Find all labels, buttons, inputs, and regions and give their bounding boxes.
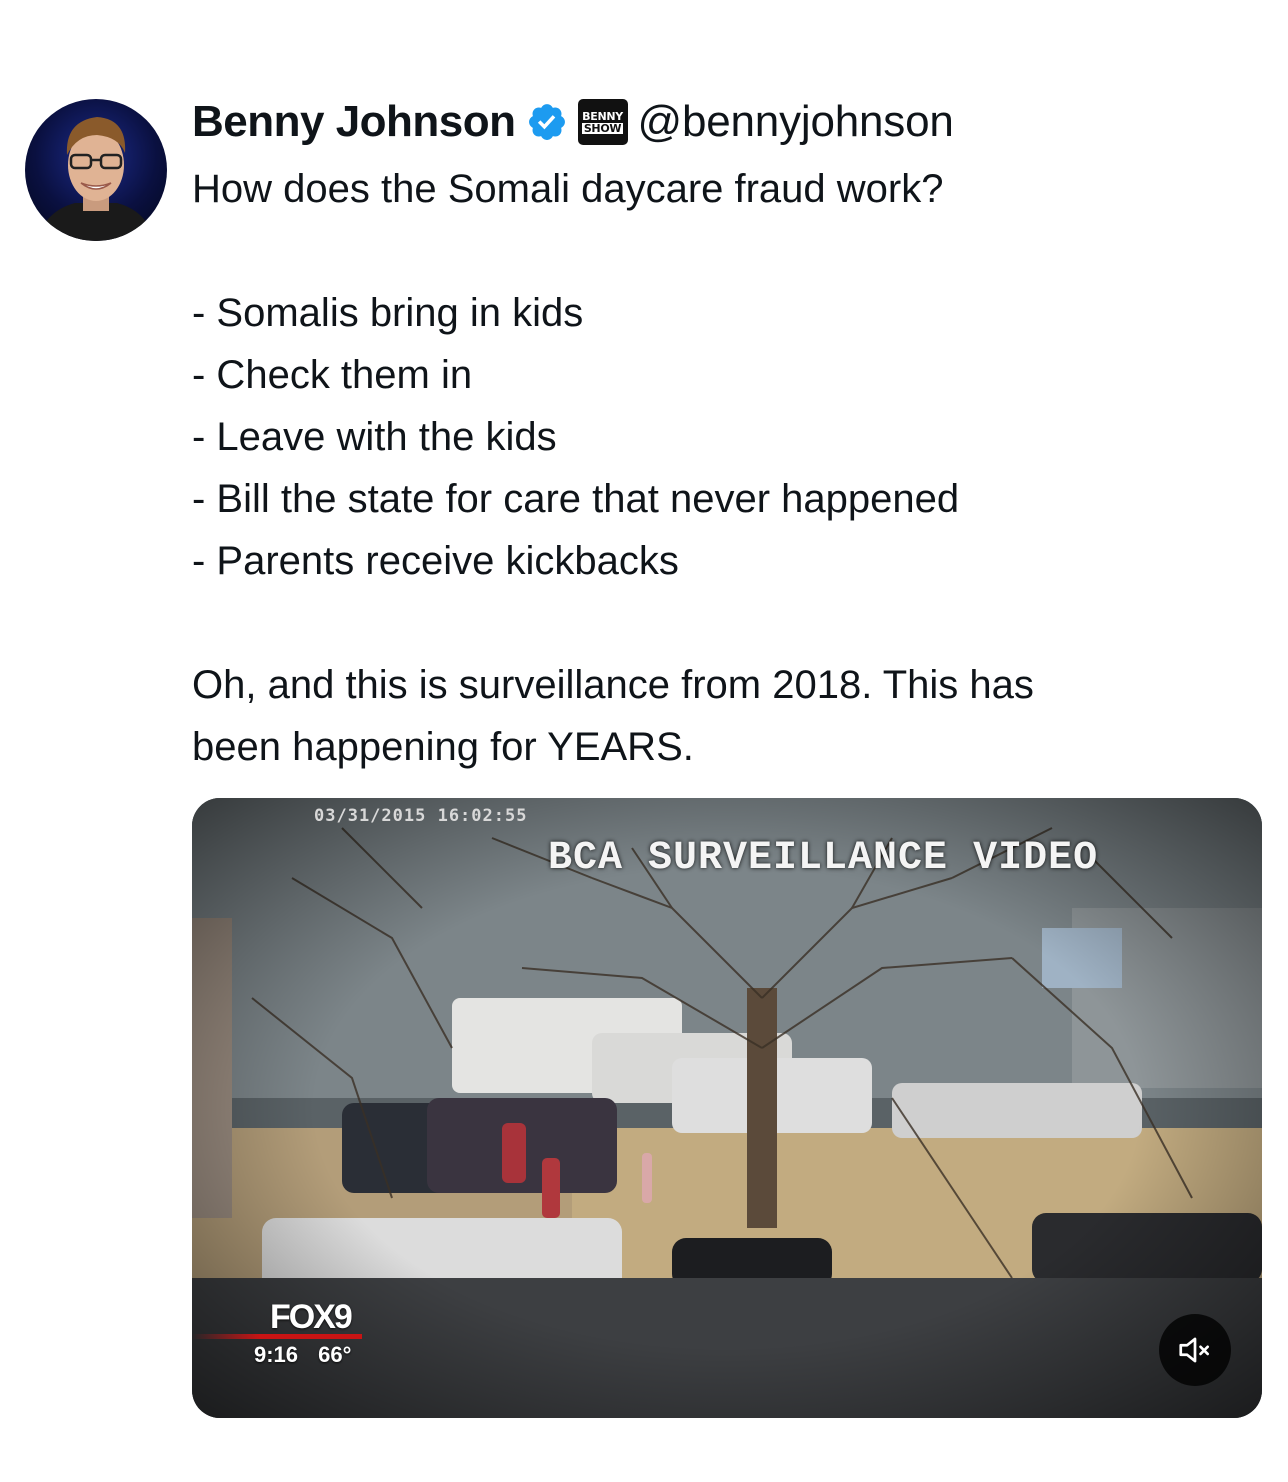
station-logo-underline [192, 1334, 362, 1339]
avatar-portrait [37, 117, 155, 241]
tweet-line: - Leave with the kids [192, 415, 557, 459]
affiliation-badge-line2: SHOW [581, 121, 624, 135]
speaker-muted-icon [1179, 1337, 1210, 1363]
video-player[interactable]: 03/31/2015 16:02:55 BCA SURVEILLANCE VID… [192, 798, 1262, 1418]
station-time-temp: 9:16 66° [254, 1342, 352, 1367]
video-frame [192, 798, 1262, 1418]
tweet-line: How does the Somali daycare fraud work? [192, 167, 944, 211]
tweet-header: Benny Johnson BENNY SHOW @bennyjohnson [192, 96, 954, 148]
tweet-line: - Parents receive kickbacks [192, 539, 679, 583]
tweet-line: been happening for YEARS. [192, 725, 694, 769]
video-timestamp-overlay: 03/31/2015 16:02:55 [314, 806, 528, 826]
tweet-line: - Check them in [192, 353, 473, 397]
author-avatar[interactable] [25, 99, 167, 241]
tweet-line: Oh, and this is surveillance from 2018. … [192, 663, 1034, 707]
affiliation-badge-line1: BENNY [582, 109, 623, 123]
author-handle[interactable]: @bennyjohnson [638, 97, 954, 147]
author-display-name[interactable]: Benny Johnson [192, 97, 516, 147]
verified-badge-icon[interactable] [526, 101, 568, 143]
station-logo: FOX9 [270, 1298, 353, 1336]
tweet-line: - Somalis bring in kids [192, 291, 584, 335]
tweet-line: - Bill the state for care that never hap… [192, 477, 960, 521]
video-caption-overlay: BCA SURVEILLANCE VIDEO [548, 836, 1099, 881]
affiliation-badge[interactable]: BENNY SHOW [577, 99, 628, 145]
tweet-text: How does the Somali daycare fraud work? … [192, 158, 1252, 778]
mute-button[interactable] [1159, 1314, 1231, 1386]
